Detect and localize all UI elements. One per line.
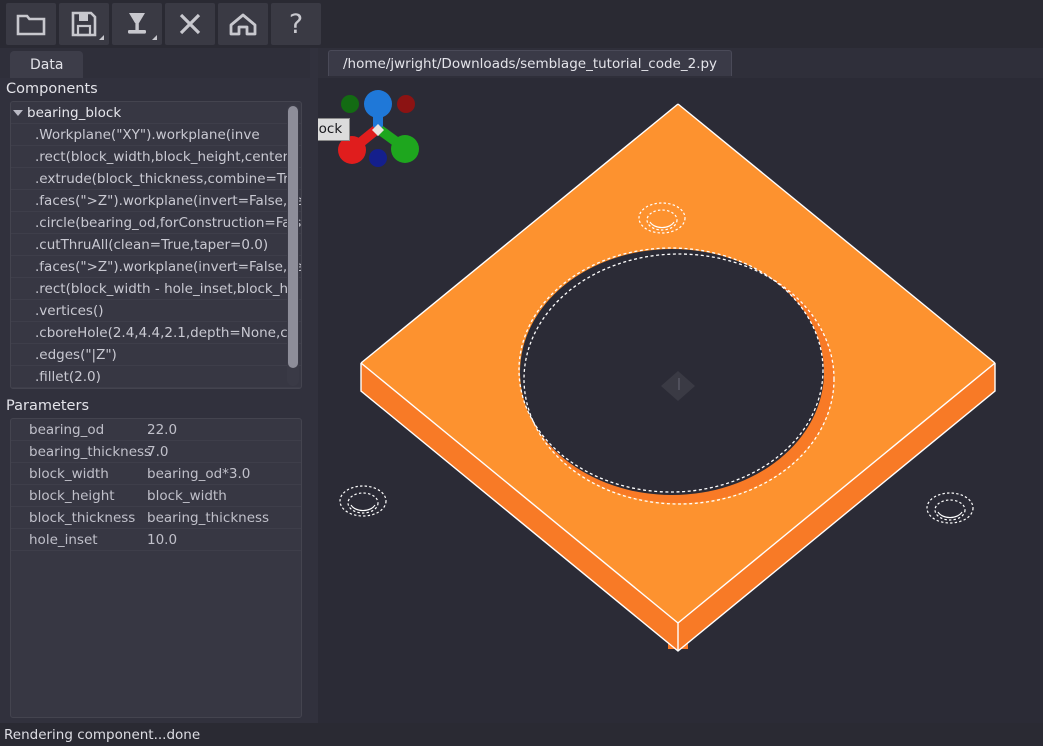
parameter-name: hole_inset xyxy=(29,531,98,548)
status-message: Rendering component...done xyxy=(4,726,201,743)
component-tree-item-label: .rect(block_width - hole_inset,block_hei xyxy=(35,280,301,297)
save-button[interactable] xyxy=(59,3,109,45)
question-mark-icon: ? xyxy=(288,8,304,40)
component-tree-item[interactable]: .faces(">Z").workplane(invert=False,cen xyxy=(11,190,301,212)
floppy-disk-icon xyxy=(70,10,98,38)
status-bar: Rendering component...done xyxy=(0,723,1043,746)
components-tree[interactable]: bearing_block .Workplane("XY").workplane(… xyxy=(10,101,302,389)
tab-data-label: Data xyxy=(30,56,64,73)
component-tree-item[interactable]: .cboreHole(2.4,4.4,2.1,depth=None,cle xyxy=(11,322,301,344)
parameter-row[interactable]: bearing_thickness 7.0 xyxy=(11,441,301,463)
tab-open-file[interactable]: /home/jwright/Downloads/semblage_tutoria… xyxy=(328,50,733,76)
component-tree-item-label: .circle(bearing_od,forConstruction=Fals xyxy=(35,214,301,231)
gizmo-axis-y-pos xyxy=(391,135,419,163)
parameter-value: 10.0 xyxy=(147,531,178,548)
component-tree-item[interactable]: .faces(">Z").workplane(invert=False,cen xyxy=(11,256,301,278)
component-tree-item[interactable]: .rect(block_width,block_height,centere xyxy=(11,146,301,168)
close-x-icon xyxy=(176,10,204,38)
tab-open-file-label: /home/jwright/Downloads/semblage_tutoria… xyxy=(343,55,718,72)
tab-data[interactable]: Data xyxy=(10,51,84,78)
component-tree-item[interactable]: .vertices() xyxy=(11,300,301,322)
component-tree-item-label: .rect(block_width,block_height,centere xyxy=(35,148,297,165)
components-scrollbar-thumb[interactable] xyxy=(288,106,298,368)
component-tree-item[interactable]: .extrude(block_thickness,combine=Tru xyxy=(11,168,301,190)
component-tree-root-label: bearing_block xyxy=(27,104,122,121)
close-button[interactable] xyxy=(165,3,215,45)
help-button[interactable]: ? xyxy=(271,3,321,45)
gizmo-axis-x-neg xyxy=(397,95,415,113)
gizmo-axis-z-pos xyxy=(364,90,392,118)
editor-tabstrip: /home/jwright/Downloads/semblage_tutoria… xyxy=(318,48,1043,78)
component-tree-item-label: .Workplane("XY").workplane(inve xyxy=(35,126,260,143)
component-tree-root[interactable]: bearing_block xyxy=(11,102,301,124)
parameter-row[interactable]: block_thickness bearing_thickness xyxy=(11,507,301,529)
main-toolbar: ? xyxy=(0,0,1043,48)
export-dropdown-arrow-icon[interactable] xyxy=(152,35,157,40)
parameter-value: bearing_thickness xyxy=(147,509,270,526)
export-button[interactable] xyxy=(112,3,162,45)
components-scrollbar[interactable] xyxy=(287,104,299,386)
parameter-value: block_width xyxy=(147,487,227,504)
left-dock: Components bearing_block .Workplane("XY")… xyxy=(0,78,310,723)
component-tree-item[interactable]: .Workplane("XY").workplane(inve xyxy=(11,124,301,146)
bearing_block-mesh[interactable] xyxy=(318,78,1043,723)
home-button[interactable] xyxy=(218,3,268,45)
component-tree-item[interactable]: .circle(bearing_od,forConstruction=Fals xyxy=(11,212,301,234)
component-tree-item-label: .faces(">Z").workplane(invert=False,cen xyxy=(35,258,301,275)
gizmo-axis-y-neg xyxy=(341,95,359,113)
component-tree-item-label: .faces(">Z").workplane(invert=False,cen xyxy=(35,192,301,209)
component-tree-item[interactable]: .edges("|Z") xyxy=(11,344,301,366)
parameter-name: bearing_thickness xyxy=(29,443,152,460)
component-tooltip-label: bearing_block xyxy=(318,121,343,137)
components-panel-title: Components xyxy=(6,81,98,97)
parameter-row[interactable]: hole_inset 10.0 xyxy=(11,529,301,551)
component-tree-item-label: .vertices() xyxy=(35,302,104,319)
gizmo-axis-z-neg xyxy=(369,149,387,167)
parameter-row[interactable]: block_height block_width xyxy=(11,485,301,507)
parameter-row[interactable]: bearing_od 22.0 xyxy=(11,419,301,441)
home-icon xyxy=(228,11,258,37)
parameter-name: bearing_od xyxy=(29,421,105,438)
component-tree-item[interactable]: .rect(block_width - hole_inset,block_hei xyxy=(11,278,301,300)
viewport-3d[interactable]: bearing_block xyxy=(318,78,1043,723)
left-dock-tabstrip: Data xyxy=(0,48,310,78)
component-tree-item-label: .cboreHole(2.4,4.4,2.1,depth=None,cle xyxy=(35,324,300,341)
parameter-row[interactable]: block_width bearing_od*3.0 xyxy=(11,463,301,485)
open-folder-button[interactable] xyxy=(6,3,56,45)
parameter-name: block_width xyxy=(29,465,109,482)
clamp-icon xyxy=(123,10,151,38)
semblage-window: ? Data /home/jwright/Downloads/semblage_… xyxy=(0,0,1043,746)
save-dropdown-arrow-icon[interactable] xyxy=(99,35,104,40)
component-tree-item-label: .fillet(2.0) xyxy=(35,368,101,385)
parameter-name: block_thickness xyxy=(29,509,136,526)
parameter-value: bearing_od*3.0 xyxy=(147,465,251,482)
parameter-value: 22.0 xyxy=(147,421,178,438)
parameters-table[interactable]: bearing_od 22.0 bearing_thickness 7.0 block_… xyxy=(10,418,302,718)
parameters-panel-title: Parameters xyxy=(6,398,89,414)
viewport-canvas[interactable]: bearing_block xyxy=(318,78,1043,723)
parameter-value: 7.0 xyxy=(147,443,169,460)
component-tree-item[interactable]: .fillet(2.0) xyxy=(11,366,301,388)
component-tree-item[interactable]: .cutThruAll(clean=True,taper=0.0) xyxy=(11,234,301,256)
component-tree-item-label: .extrude(block_thickness,combine=Tru xyxy=(35,170,298,187)
chevron-down-icon[interactable] xyxy=(13,109,23,116)
component-tree-item-label: .edges("|Z") xyxy=(35,346,117,363)
component-tree-item-label: .cutThruAll(clean=True,taper=0.0) xyxy=(35,236,269,253)
component-tooltip: bearing_block xyxy=(318,118,351,141)
parameter-name: block_height xyxy=(29,487,115,504)
folder-icon xyxy=(16,11,46,37)
